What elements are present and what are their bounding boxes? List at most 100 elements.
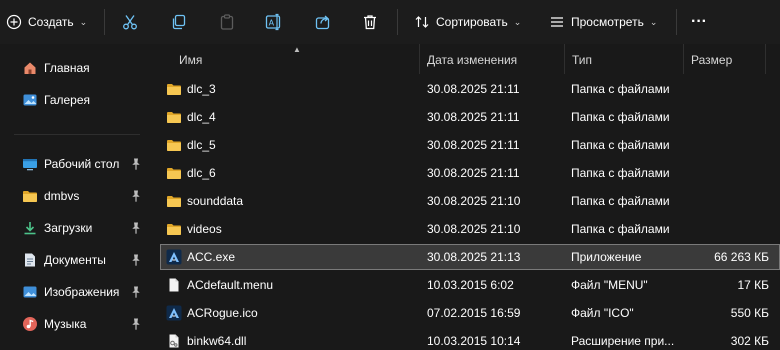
music-icon: [22, 316, 38, 332]
folder-icon: [166, 165, 182, 181]
plus-circle-icon: [6, 14, 22, 30]
pin-icon[interactable]: [130, 253, 142, 267]
column-header-type[interactable]: Тип: [572, 53, 592, 67]
pin-icon[interactable]: [130, 285, 142, 299]
column-header-name[interactable]: Имя: [179, 53, 202, 67]
nav-item-music[interactable]: Музыка: [0, 310, 148, 338]
column-header-date[interactable]: Дата изменения: [427, 53, 517, 67]
nav-item-gallery[interactable]: Галерея: [0, 86, 148, 114]
share-icon: [314, 13, 332, 31]
folder-icon: [166, 109, 182, 125]
more-options-button[interactable]: ···: [691, 8, 707, 36]
nav-label: Музыка: [44, 317, 87, 331]
file-list: ▲ Имя Дата изменения Тип Размер dlc_3 30…: [148, 44, 780, 350]
file-type: Папка с файлами: [571, 194, 670, 208]
copy-icon: [170, 13, 188, 31]
nav-label: Изображения: [44, 285, 120, 299]
file-size: 66 263 КБ: [714, 250, 769, 264]
pictures-icon: [22, 284, 38, 300]
nav-label: Документы: [44, 253, 106, 267]
file-type: Папка с файлами: [571, 138, 670, 152]
desktop-icon: [22, 156, 38, 172]
file-type: Расширение при...: [571, 334, 675, 348]
nav-item-downloads[interactable]: Загрузки: [0, 214, 148, 242]
nav-label: Главная: [44, 61, 90, 75]
file-name: dlc_6: [187, 166, 216, 180]
pin-icon[interactable]: [130, 189, 142, 203]
file-name: dlc_5: [187, 138, 216, 152]
file-icon: [166, 277, 182, 293]
toolbar-divider: [104, 9, 105, 35]
column-divider[interactable]: [564, 44, 565, 74]
folder-icon: [166, 81, 182, 97]
nav-item-dmbvs[interactable]: dmbvs: [0, 182, 148, 210]
file-size: 550 КБ: [730, 306, 769, 320]
file-row[interactable]: dlc_3 30.08.2025 21:11 Папка с файлами: [160, 76, 780, 102]
app-logo-icon: [166, 249, 182, 265]
file-date: 30.08.2025 21:10: [427, 194, 521, 208]
file-date: 30.08.2025 21:13: [427, 250, 521, 264]
copy-button[interactable]: [170, 8, 188, 36]
nav-item-home[interactable]: Главная: [0, 54, 148, 82]
scissors-icon: [121, 13, 139, 31]
nav-label: Галерея: [44, 93, 91, 107]
rename-icon: A: [264, 13, 284, 31]
file-date: 30.08.2025 21:10: [427, 222, 521, 236]
folder-icon: [22, 188, 38, 204]
column-divider[interactable]: [765, 44, 766, 74]
create-label: Создать: [28, 15, 74, 29]
sort-ascending-icon: ▲: [293, 45, 301, 54]
file-row[interactable]: dlc_4 30.08.2025 21:11 Папка с файлами: [160, 104, 780, 130]
folder-icon: [166, 137, 182, 153]
file-size: 17 КБ: [737, 278, 769, 292]
file-row-selected[interactable]: ACC.exe 30.08.2025 21:13 Приложение 66 2…: [160, 244, 780, 270]
file-name: ACdefault.menu: [187, 278, 274, 292]
file-date: 30.08.2025 21:11: [427, 82, 520, 96]
nav-label: Загрузки: [44, 221, 93, 235]
file-name: dlc_3: [187, 82, 216, 96]
file-row[interactable]: ACdefault.menu 10.03.2015 6:02 Файл "MEN…: [160, 272, 780, 298]
file-row[interactable]: dlc_5 30.08.2025 21:11 Папка с файлами: [160, 132, 780, 158]
file-date: 30.08.2025 21:11: [427, 110, 520, 124]
nav-item-pictures[interactable]: Изображения: [0, 278, 148, 306]
file-row[interactable]: ACRogue.ico 07.02.2015 16:59 Файл "ICO" …: [160, 300, 780, 326]
file-name: ACC.exe: [187, 250, 236, 264]
file-type: Папка с файлами: [571, 82, 670, 96]
file-type: Папка с файлами: [571, 222, 670, 236]
pin-icon[interactable]: [130, 221, 142, 235]
rename-button[interactable]: A: [264, 8, 284, 36]
file-date: 07.02.2015 16:59: [427, 306, 521, 320]
pin-icon[interactable]: [130, 157, 142, 171]
file-row[interactable]: videos 30.08.2025 21:10 Папка с файлами: [160, 216, 780, 242]
toolbar-divider: [676, 9, 677, 35]
sort-arrows-icon: [414, 14, 430, 30]
sort-label: Сортировать: [436, 15, 508, 29]
view-list-icon: [549, 14, 565, 30]
sort-button[interactable]: Сортировать ⌄: [414, 8, 521, 36]
pin-icon[interactable]: [130, 317, 142, 331]
clipboard-icon: [218, 13, 236, 31]
file-date: 10.03.2015 10:14: [427, 334, 521, 348]
file-row[interactable]: sounddata 30.08.2025 21:10 Папка с файла…: [160, 188, 780, 214]
file-row[interactable]: dlc_6 30.08.2025 21:11 Папка с файлами: [160, 160, 780, 186]
file-date: 30.08.2025 21:11: [427, 166, 520, 180]
view-label: Просмотреть: [571, 15, 644, 29]
paste-button[interactable]: [218, 8, 236, 36]
share-button[interactable]: [314, 8, 332, 36]
chevron-down-icon: ⌄: [649, 16, 658, 27]
column-divider[interactable]: [419, 44, 420, 74]
nav-item-documents[interactable]: Документы: [0, 246, 148, 274]
app-logo-icon: [166, 305, 182, 321]
file-name: ACRogue.ico: [187, 306, 258, 320]
view-button[interactable]: Просмотреть ⌄: [549, 8, 657, 36]
column-header-size[interactable]: Размер: [691, 53, 732, 67]
column-divider[interactable]: [683, 44, 684, 74]
gallery-icon: [22, 92, 38, 108]
delete-button[interactable]: [361, 8, 379, 36]
nav-item-desktop[interactable]: Рабочий стол: [0, 150, 148, 178]
nav-label: Рабочий стол: [44, 157, 120, 171]
create-button[interactable]: Создать ⌄: [6, 8, 87, 36]
file-row[interactable]: binkw64.dll 10.03.2015 10:14 Расширение …: [160, 328, 780, 350]
file-name: videos: [187, 222, 222, 236]
cut-button[interactable]: [121, 8, 139, 36]
